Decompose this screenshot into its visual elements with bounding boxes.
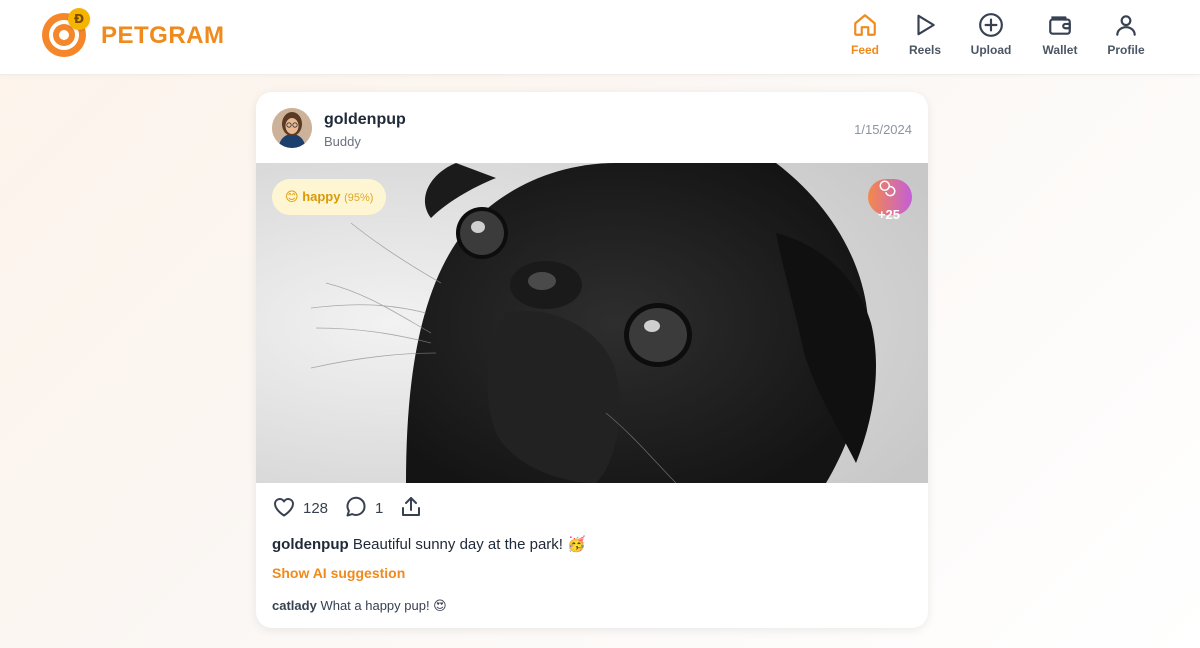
brand-name[interactable]: PETGRAM [101,22,225,50]
post-card: goldenpup Buddy 1/15/2024 😊 happy (95%) … [256,92,928,628]
avatar[interactable] [272,108,312,148]
mood-badge: 😊 happy (95%) [272,179,387,215]
home-icon [854,14,876,36]
nav-wallet[interactable]: Wallet [1025,12,1095,62]
heart-icon [274,498,294,517]
nav-wallet-label: Wallet [1042,43,1078,57]
post-username[interactable]: goldenpup [324,111,406,129]
user-icon [1116,15,1136,36]
top-header: Đ PETGRAM Feed Reels Upload Wallet Profi… [0,0,1200,75]
reward-amount: +25 [877,207,900,222]
show-ai-suggestion-link[interactable]: Show AI suggestion [272,565,405,581]
nav-upload[interactable]: Upload [956,12,1026,62]
comment-button[interactable]: 1 [344,495,389,521]
comment-text: What a happy pup! 😍 [320,598,447,613]
like-button[interactable]: 128 [272,495,332,521]
mood-label: happy [302,189,341,204]
mood-emoji: 😊 [285,189,299,204]
caption-text: Beautiful sunny day at the park! 🥳 [352,536,586,553]
nav-profile[interactable]: Profile [1091,12,1161,62]
post-pet-name: Buddy [324,134,361,149]
mood-confidence: (95%) [344,192,374,204]
wallet-icon [1049,16,1071,35]
play-icon [917,14,935,36]
post-date: 1/15/2024 [854,122,912,137]
like-count: 128 [303,500,329,517]
share-button[interactable] [399,495,423,521]
coin-badge-icon: Đ [68,8,90,30]
nav-reels-label: Reels [908,43,942,57]
share-icon [402,497,420,516]
coins-icon [879,180,896,197]
post-caption: goldenpup Beautiful sunny day at the par… [272,535,586,553]
comment-item: catlady What a happy pup! 😍 [272,598,447,614]
post-photo[interactable]: 😊 happy (95%) +25 [256,163,928,483]
reward-badge: +25 [867,179,912,222]
comment-username[interactable]: catlady [272,598,317,613]
post-header: goldenpup Buddy 1/15/2024 [256,92,928,163]
nav-upload-label: Upload [970,43,1012,57]
comment-icon [346,496,366,517]
plus-circle-icon [979,13,1003,37]
nav-reels[interactable]: Reels [890,12,960,62]
nav-profile-label: Profile [1107,43,1145,57]
caption-username[interactable]: goldenpup [272,536,349,553]
comment-count: 1 [375,500,384,517]
